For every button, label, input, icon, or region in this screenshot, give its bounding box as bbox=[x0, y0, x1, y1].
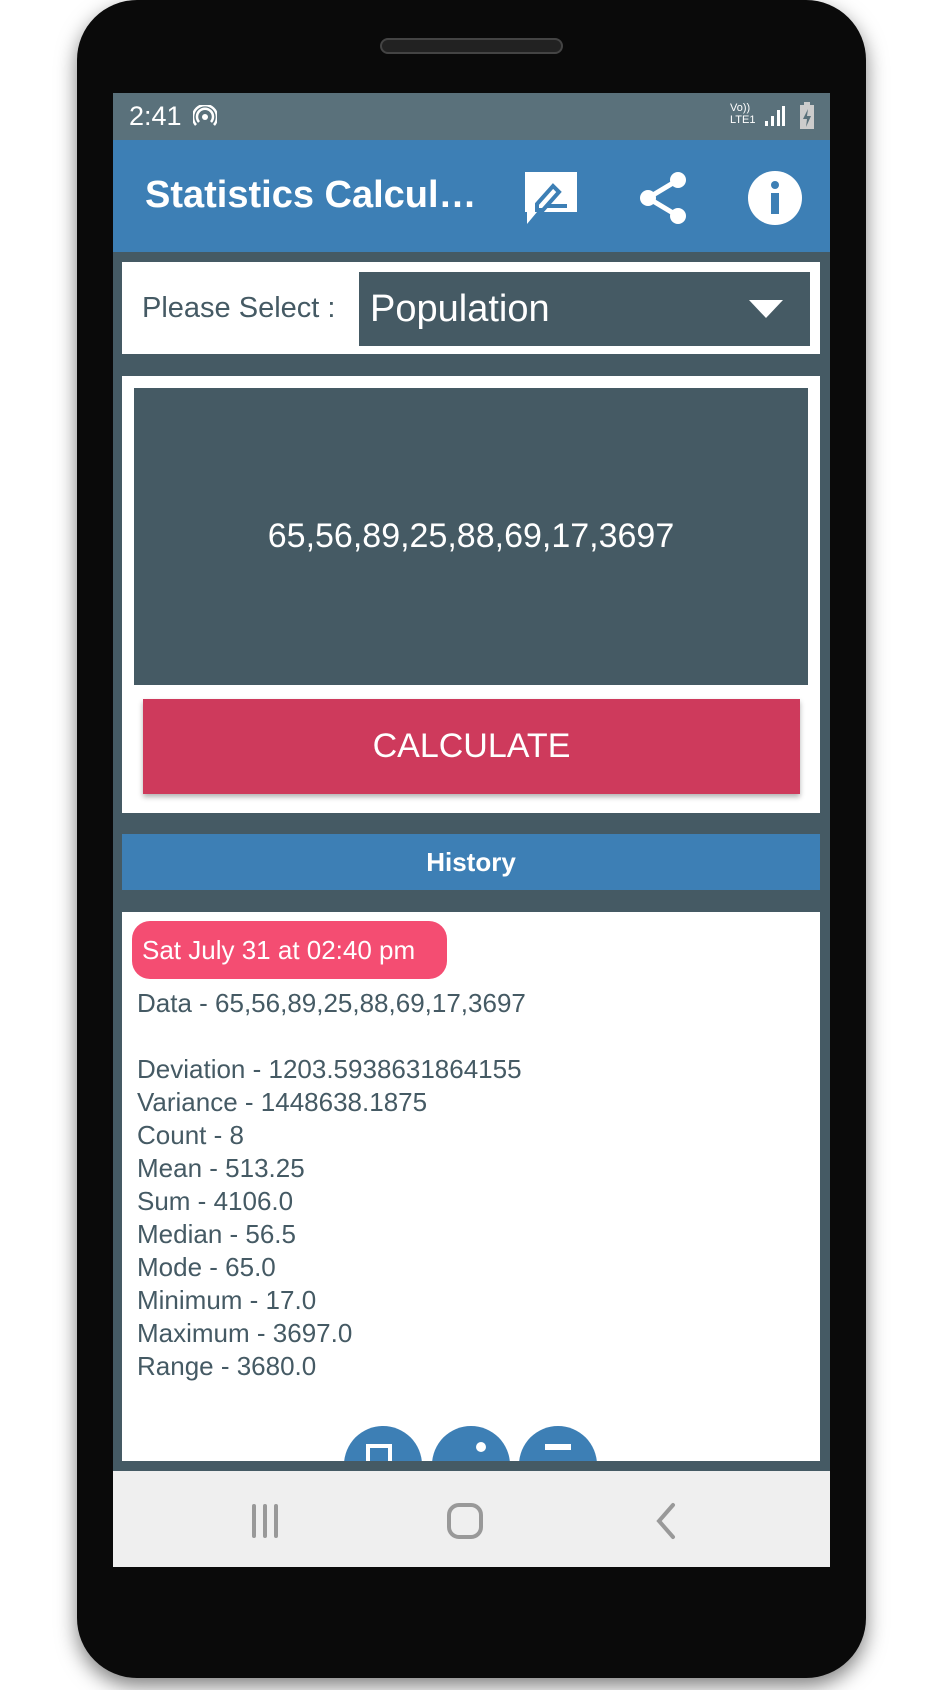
back-icon[interactable] bbox=[653, 1502, 683, 1540]
timestamp: Sat July 31 at 02:40 pm bbox=[142, 934, 416, 965]
dropdown-arrow-icon bbox=[749, 300, 783, 318]
stat-variance: Variance - 1448638.1875 bbox=[137, 1087, 428, 1117]
phone-speaker bbox=[380, 38, 563, 54]
type-dropdown[interactable]: Population bbox=[359, 272, 810, 346]
timestamp-pill: Sat July 31 at 02:40 pm bbox=[132, 921, 447, 979]
battery-charging-icon bbox=[800, 102, 814, 129]
feedback-icon[interactable] bbox=[523, 170, 579, 226]
calculate-button[interactable]: CALCULATE bbox=[143, 699, 800, 794]
stat-maximum: Maximum - 3697.0 bbox=[137, 1318, 353, 1348]
app-title: Statistics Calcul… bbox=[145, 174, 477, 216]
share-entry-icon bbox=[476, 1442, 486, 1452]
copy-button[interactable] bbox=[344, 1426, 422, 1461]
network-label: Vo)) LTE1 bbox=[730, 102, 756, 126]
share-icon[interactable] bbox=[636, 170, 692, 226]
history-title: History bbox=[426, 846, 516, 877]
delete-icon bbox=[545, 1444, 571, 1450]
data-line: Data - 65,56,89,25,88,69,17,3697 bbox=[137, 988, 526, 1018]
stat-minimum: Minimum - 17.0 bbox=[137, 1285, 317, 1315]
stat-mean: Mean - 513.25 bbox=[137, 1153, 305, 1183]
app-bar: Statistics Calcul… bbox=[113, 140, 830, 252]
select-label: Please Select : bbox=[142, 292, 336, 324]
status-time: 2:41 bbox=[129, 101, 182, 131]
stat-deviation: Deviation - 1203.5938631864155 bbox=[137, 1054, 522, 1084]
stat-mode: Mode - 65.0 bbox=[137, 1252, 276, 1282]
input-card: 65,56,89,25,88,69,17,3697 CALCULATE bbox=[122, 376, 820, 813]
status-bar: 2:41 Vo)) LTE1 bbox=[113, 93, 830, 140]
delete-button[interactable] bbox=[519, 1426, 597, 1461]
history-card: Sat July 31 at 02:40 pm Data - 65,56,89,… bbox=[122, 912, 820, 1461]
home-icon[interactable] bbox=[446, 1502, 484, 1540]
share-entry-button[interactable] bbox=[432, 1426, 510, 1461]
copy-icon bbox=[366, 1444, 392, 1461]
stat-median: Median - 56.5 bbox=[137, 1219, 296, 1249]
stat-count: Count - 8 bbox=[137, 1120, 244, 1150]
select-card: Please Select : Population bbox=[122, 262, 820, 354]
stat-sum: Sum - 4106.0 bbox=[137, 1186, 294, 1216]
history-header: History bbox=[122, 834, 820, 890]
screen: 2:41 Vo)) LTE1 Statistics Calcul… Please… bbox=[113, 93, 830, 1567]
info-icon[interactable] bbox=[747, 170, 803, 226]
navigation-bar bbox=[113, 1471, 830, 1567]
stats-list: Deviation - 1203.5938631864155 Variance … bbox=[137, 1053, 522, 1383]
recents-icon[interactable] bbox=[248, 1503, 284, 1539]
hotspot-icon bbox=[193, 105, 217, 126]
data-input-value: 65,56,89,25,88,69,17,3697 bbox=[267, 517, 675, 555]
stat-range: Range - 3680.0 bbox=[137, 1351, 317, 1381]
dropdown-value: Population bbox=[370, 288, 550, 330]
calculate-label: CALCULATE bbox=[372, 727, 571, 765]
signal-icon bbox=[765, 106, 785, 126]
data-input[interactable]: 65,56,89,25,88,69,17,3697 bbox=[134, 388, 808, 685]
